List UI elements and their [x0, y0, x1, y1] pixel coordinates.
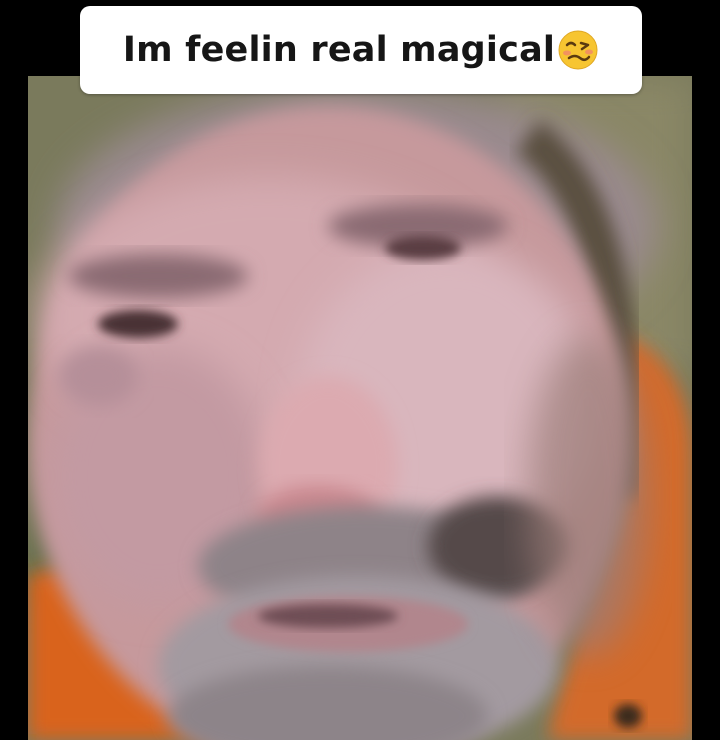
- caption-box: Im feelin real magical: [80, 6, 642, 94]
- caption-text: Im feelin real magical: [122, 30, 556, 70]
- meme-frame: Im feelin real magical: [0, 0, 720, 740]
- video-still: [28, 76, 692, 740]
- face-photo: [28, 76, 692, 740]
- woozy-face-icon: [557, 29, 599, 71]
